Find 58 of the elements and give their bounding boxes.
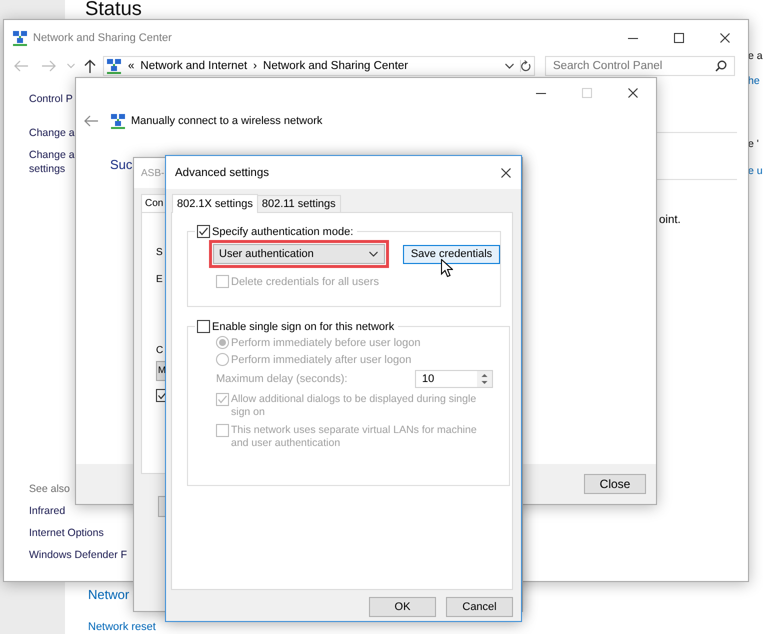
window-title: ASB- [141, 168, 164, 178]
breadcrumb[interactable]: Network and Sharing Center [263, 60, 408, 72]
cancel-button[interactable]: Cancel [446, 597, 513, 617]
field-label: Maximum delay (seconds): [216, 373, 348, 385]
field-label: C [156, 344, 164, 358]
link[interactable]: Networ [88, 588, 130, 601]
checkbox[interactable] [197, 320, 210, 333]
radio-label: Perform immediately after user logon [231, 354, 412, 366]
checkbox-label: Specify authentication mode: [212, 226, 354, 238]
close-button[interactable]: Close [584, 474, 646, 494]
radio-label: Perform immediately before user logon [231, 336, 421, 348]
checkbox[interactable] [197, 225, 210, 238]
spin-arrows-icon[interactable] [477, 371, 492, 387]
field-label: E [156, 273, 163, 287]
checkbox-label: Enable single sign on for this network [212, 320, 394, 332]
up-arrow-icon[interactable] [84, 59, 96, 73]
back-arrow-icon[interactable] [83, 115, 99, 127]
dialog-title: Advanced settings [175, 166, 269, 178]
network-icon [110, 113, 126, 129]
sidebar-link[interactable]: Windows Defender F [29, 548, 128, 562]
sidebar-link[interactable]: Infrared [29, 504, 66, 518]
maximize-icon[interactable] [674, 33, 684, 43]
window-title: Network and Sharing Center [33, 32, 172, 44]
breadcrumb[interactable]: Network and Internet [140, 60, 248, 72]
save-credentials-button[interactable]: Save credentials [403, 244, 500, 264]
search-field[interactable]: Search Control Panel [545, 56, 735, 76]
field-value: 10 [422, 373, 436, 385]
chevron-down-icon[interactable] [369, 251, 378, 257]
cursor-icon [441, 259, 453, 278]
link[interactable]: Network reset [88, 621, 156, 634]
sidebar-link[interactable]: Change a [29, 126, 75, 140]
tab[interactable]: 802.11 settings [256, 195, 341, 212]
checkbox-label: Delete credentials for all users [231, 276, 379, 288]
checkbox-label: This network uses separate virtual LANs for machine and user authentication [231, 424, 478, 450]
section-heading: See also [29, 482, 70, 496]
sidebar-link[interactable]: Change a settings [29, 148, 75, 176]
close-icon[interactable] [628, 88, 638, 98]
sidebar-link[interactable]: Internet Options [29, 526, 104, 540]
checkbox-label: Allow additional dialogs to be displayed during single sign on [231, 393, 478, 419]
content-text: oint. [658, 214, 682, 226]
dropdown[interactable]: User authentication [213, 244, 385, 264]
close-icon[interactable] [501, 168, 511, 178]
sidebar-link[interactable]: Control P [29, 92, 73, 106]
chevron-down-icon[interactable] [505, 63, 514, 69]
window-title: Manually connect to a wireless network [131, 115, 322, 127]
page-heading: Suc [110, 157, 132, 172]
field-label: S [156, 246, 163, 260]
page-heading: Status [85, 0, 142, 19]
tab[interactable]: 802.1X settings [172, 194, 258, 213]
dropdown-value: User authentication [219, 248, 315, 260]
address-bar[interactable]: « Network and Internet › Network and Sharing Center [103, 56, 535, 76]
breadcrumb-separator: › [253, 60, 258, 72]
network-icon [12, 30, 28, 46]
breadcrumb-overflow[interactable]: « [128, 60, 134, 72]
ok-button[interactable]: OK [369, 597, 436, 617]
network-icon [106, 58, 122, 74]
close-icon[interactable] [720, 33, 730, 43]
refresh-icon[interactable] [520, 60, 531, 72]
